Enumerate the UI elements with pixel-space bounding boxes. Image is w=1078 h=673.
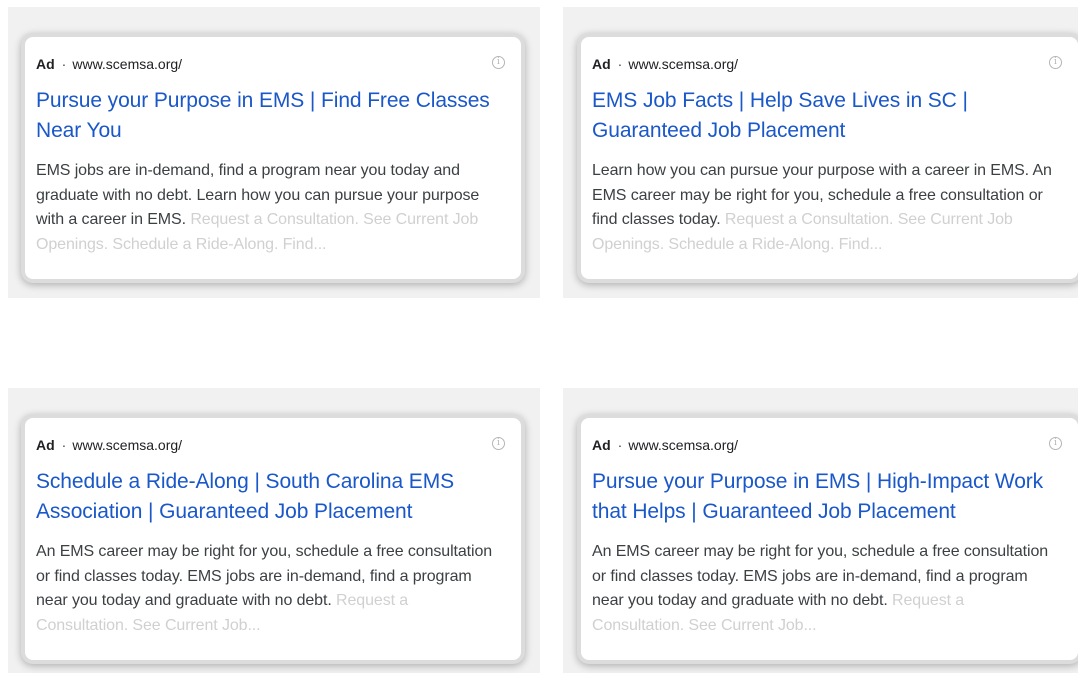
ad-badge: Ad bbox=[36, 437, 55, 453]
ad-headline[interactable]: Pursue your Purpose in EMS | High-Impact… bbox=[592, 467, 1060, 527]
ad-headline[interactable]: Pursue your Purpose in EMS | Find Free C… bbox=[36, 86, 503, 146]
display-url[interactable]: www.scemsa.org/ bbox=[628, 437, 738, 453]
separator-dot: · bbox=[61, 437, 67, 453]
ad-card[interactable]: Ad · www.scemsa.org/ i Pursue your Purpo… bbox=[25, 37, 521, 279]
ad-header: Ad · www.scemsa.org/ i bbox=[36, 54, 505, 74]
info-icon[interactable]: i bbox=[1049, 56, 1062, 69]
ad-header: Ad · www.scemsa.org/ i bbox=[36, 435, 505, 455]
separator-dot: · bbox=[617, 56, 623, 72]
ad-description: An EMS career may be right for you, sche… bbox=[592, 540, 1060, 638]
ad-card[interactable]: Ad · www.scemsa.org/ i Schedule a Ride-A… bbox=[25, 418, 521, 660]
display-url[interactable]: www.scemsa.org/ bbox=[72, 437, 182, 453]
ad-headline[interactable]: EMS Job Facts | Help Save Lives in SC | … bbox=[592, 86, 1060, 146]
description-text: An EMS career may be right for you, sche… bbox=[36, 543, 493, 609]
ad-header: Ad · www.scemsa.org/ i bbox=[592, 54, 1062, 74]
separator-dot: · bbox=[61, 56, 67, 72]
description-text: An EMS career may be right for you, sche… bbox=[592, 543, 1049, 609]
ad-header: Ad · www.scemsa.org/ i bbox=[592, 435, 1062, 455]
ad-badge: Ad bbox=[36, 56, 55, 72]
info-icon[interactable]: i bbox=[492, 56, 505, 69]
ad-description: Learn how you can pursue your purpose wi… bbox=[592, 159, 1060, 257]
ad-description: EMS jobs are in-demand, find a program n… bbox=[36, 159, 503, 257]
ad-headline[interactable]: Schedule a Ride-Along | South Carolina E… bbox=[36, 467, 503, 527]
display-url[interactable]: www.scemsa.org/ bbox=[72, 56, 182, 72]
ad-card[interactable]: Ad · www.scemsa.org/ i EMS Job Facts | H… bbox=[581, 37, 1078, 279]
info-icon[interactable]: i bbox=[1049, 437, 1062, 450]
ad-badge: Ad bbox=[592, 56, 611, 72]
info-icon[interactable]: i bbox=[492, 437, 505, 450]
separator-dot: · bbox=[617, 437, 623, 453]
ad-card[interactable]: Ad · www.scemsa.org/ i Pursue your Purpo… bbox=[581, 418, 1078, 660]
ad-description: An EMS career may be right for you, sche… bbox=[36, 540, 503, 638]
ad-badge: Ad bbox=[592, 437, 611, 453]
display-url[interactable]: www.scemsa.org/ bbox=[628, 56, 738, 72]
